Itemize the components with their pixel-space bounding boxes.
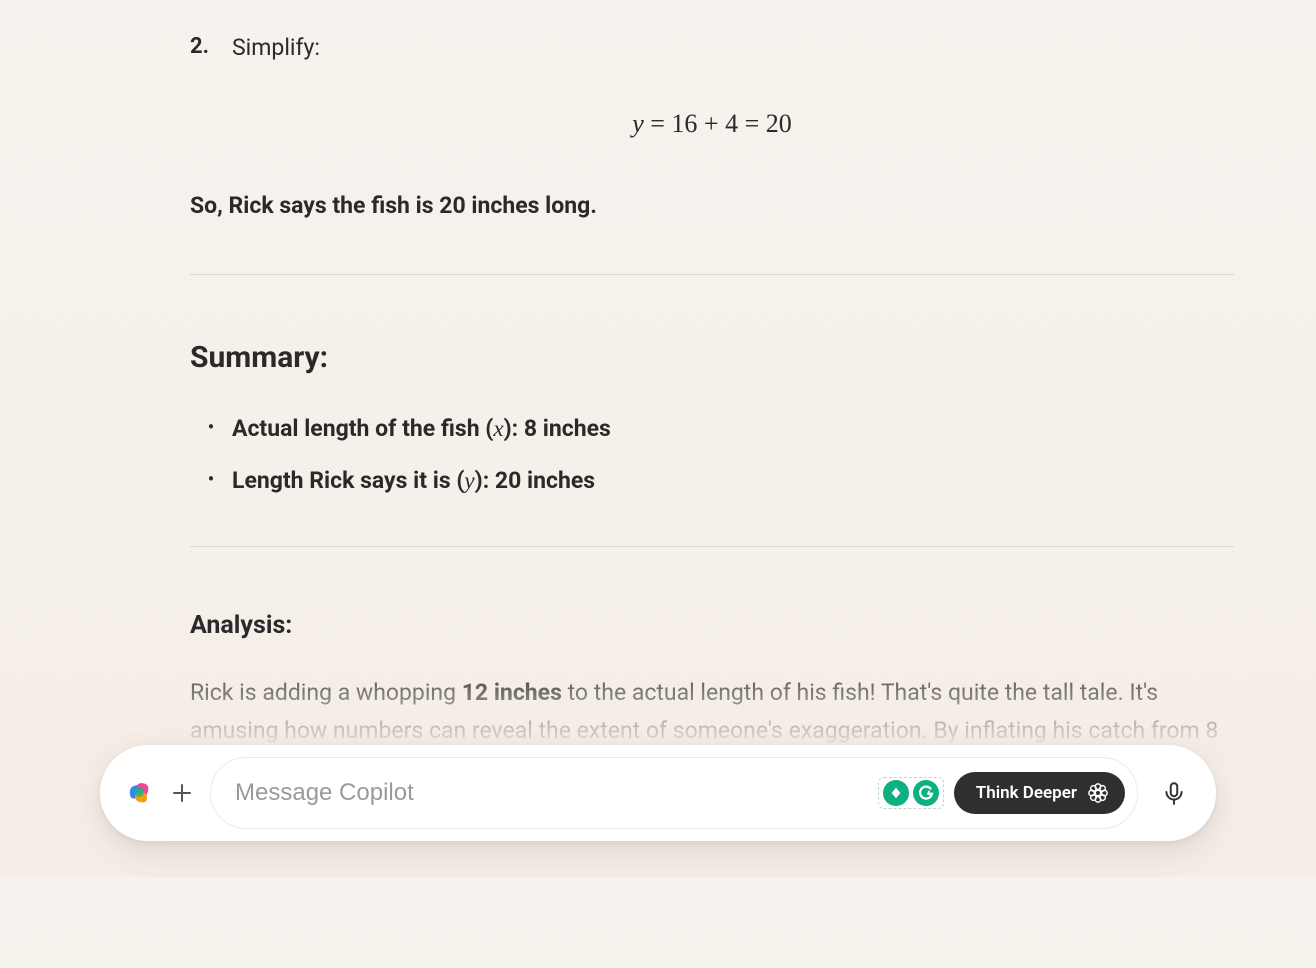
message-input[interactable] xyxy=(235,779,868,807)
composer-bar: Think Deeper xyxy=(100,745,1216,841)
step-label: Simplify: xyxy=(232,30,320,66)
flower-icon xyxy=(1087,782,1109,804)
grammarly-premium-icon xyxy=(883,780,909,806)
grammarly-badge-group[interactable] xyxy=(878,777,944,809)
summary-item-text: Actual length of the fish (x): 8 inches xyxy=(232,411,611,447)
equation: y = 16 + 4 = 20 xyxy=(190,104,1234,144)
grammarly-icon xyxy=(913,780,939,806)
list-item: • Actual length of the fish (x): 8 inche… xyxy=(190,411,1234,447)
step-number: 2. xyxy=(190,30,232,66)
bullet-dot: • xyxy=(190,411,232,443)
summary-item-text: Length Rick says it is (y): 20 inches xyxy=(232,463,595,499)
add-attachment-button[interactable] xyxy=(162,773,202,813)
microphone-button[interactable] xyxy=(1152,771,1196,815)
answer-line: So, Rick says the fish is 20 inches long… xyxy=(190,188,1234,224)
analysis-heading: Analysis: xyxy=(190,607,1234,646)
copilot-logo-icon[interactable] xyxy=(124,778,154,808)
list-item: • Length Rick says it is (y): 20 inches xyxy=(190,463,1234,499)
divider xyxy=(190,546,1234,547)
divider xyxy=(190,274,1234,275)
think-deeper-button[interactable]: Think Deeper xyxy=(954,772,1125,814)
summary-heading: Summary: xyxy=(190,335,1234,382)
step-row: 2. Simplify: xyxy=(190,30,1234,66)
bullet-dot: • xyxy=(190,463,232,495)
message-input-container: Think Deeper xyxy=(210,757,1138,829)
think-deeper-label: Think Deeper xyxy=(976,783,1077,803)
